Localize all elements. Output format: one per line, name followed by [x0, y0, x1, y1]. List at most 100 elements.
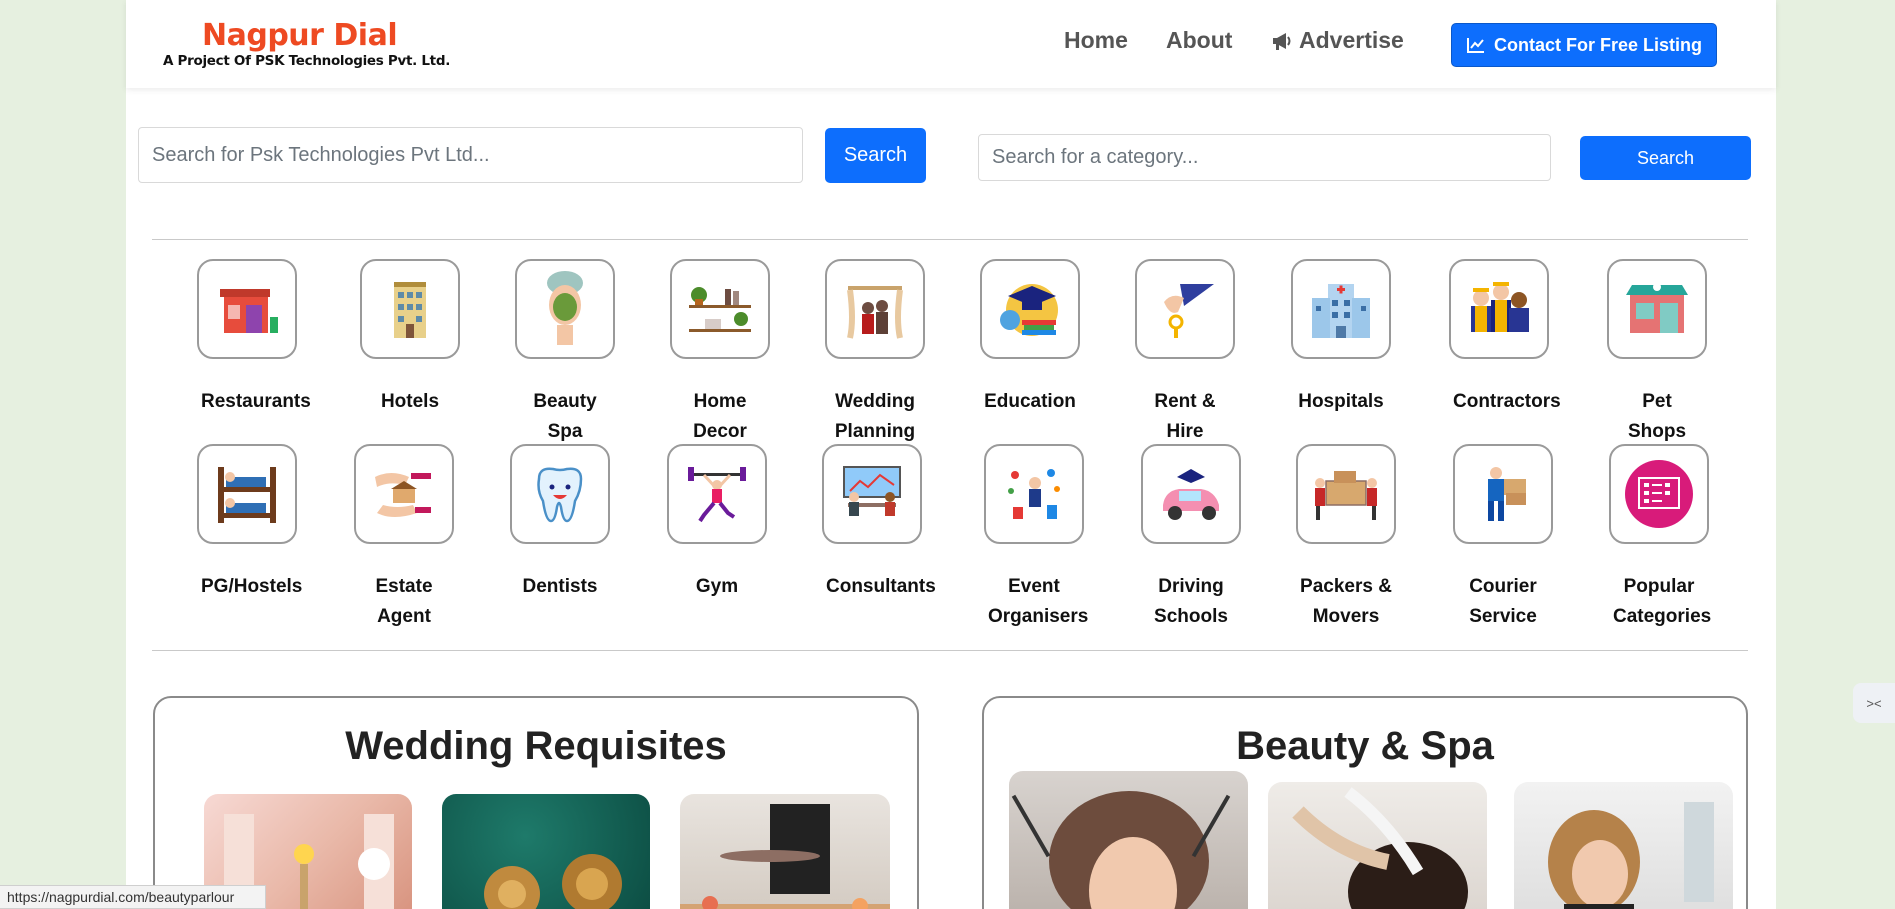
- wedding-requisites-card: Wedding Requisites: [153, 696, 919, 909]
- nav-advertise-label: Advertise: [1299, 27, 1404, 53]
- category-icon-box: [980, 259, 1080, 359]
- category-icon-box: [1453, 444, 1553, 544]
- category-label: Restaurants: [201, 391, 311, 412]
- category-restaurants[interactable]: Restaurants: [177, 259, 317, 417]
- category-label: PG/Hostels: [201, 576, 303, 597]
- category-icon-box: [197, 259, 297, 359]
- category-label: Contractors: [1453, 391, 1561, 412]
- collapse-icon[interactable]: ><: [1853, 683, 1895, 723]
- page-container: Nagpur Dial A Project Of PSK Technologie…: [126, 0, 1776, 909]
- business-search-input[interactable]: Search for Psk Technologies Pvt Ltd...: [138, 127, 803, 183]
- business-search-button[interactable]: Search: [825, 128, 926, 183]
- catering-thumbnail[interactable]: [680, 794, 890, 909]
- category-home-decor[interactable]: Home Decor: [650, 259, 790, 447]
- category-icon-box: [1141, 444, 1241, 544]
- category-label: Pet Shops: [1627, 391, 1687, 442]
- category-event-organisers[interactable]: Event Organisers: [964, 444, 1104, 632]
- category-icon-box: [670, 259, 770, 359]
- popular-categories-icon: [1625, 460, 1693, 528]
- category-icon-box: [1135, 259, 1235, 359]
- section-title: Wedding Requisites: [345, 724, 727, 768]
- category-label: Consultants: [826, 576, 936, 597]
- tooth-icon: [537, 467, 583, 523]
- category-label: Estate Agent: [375, 576, 433, 627]
- driving-car-icon: [1163, 469, 1219, 520]
- rent-key-icon: [1164, 284, 1214, 338]
- category-label: Wedding Planning: [834, 391, 916, 442]
- category-search-button[interactable]: Search: [1580, 136, 1751, 180]
- category-driving-schools[interactable]: Driving Schools: [1121, 444, 1261, 632]
- category-icon-box: [197, 444, 297, 544]
- category-packers-movers[interactable]: Packers & Movers: [1276, 444, 1416, 632]
- bunk-bed-icon: [218, 467, 276, 523]
- catering-photo-image: [680, 804, 890, 909]
- category-icon-box: [360, 259, 460, 359]
- hotel-icon: [394, 282, 426, 338]
- category-hospitals[interactable]: Hospitals: [1271, 259, 1411, 417]
- category-label: Event Organisers: [988, 576, 1089, 627]
- category-gym[interactable]: Gym: [647, 444, 787, 602]
- category-icon-box: [510, 444, 610, 544]
- category-label: Packers & Movers: [1300, 576, 1392, 627]
- earrings-photo-image: [484, 854, 622, 909]
- category-pet-shops[interactable]: Pet Shops: [1587, 259, 1727, 447]
- category-beauty-spa[interactable]: Beauty Spa: [495, 259, 635, 447]
- nav-advertise-link[interactable]: Advertise: [1271, 27, 1404, 54]
- event-icon: [1008, 469, 1060, 519]
- makeup-photo-image: [1011, 791, 1231, 909]
- courier-icon: [1488, 467, 1526, 521]
- status-bar-url: https://nagpurdial.com/beautyparlour: [0, 885, 266, 909]
- category-dentists[interactable]: Dentists: [490, 444, 630, 602]
- category-popular-categories[interactable]: Popular Categories: [1589, 444, 1729, 632]
- category-search-input[interactable]: Search for a category...: [978, 134, 1551, 181]
- category-label: Popular Categories: [1613, 576, 1712, 627]
- category-label: Hospitals: [1298, 391, 1384, 412]
- category-contractors[interactable]: Contractors: [1429, 259, 1569, 417]
- hospital-icon: [1312, 284, 1370, 338]
- category-icon-box: [667, 444, 767, 544]
- category-label: Courier Service: [1469, 576, 1537, 627]
- restaurant-icon: [220, 289, 278, 333]
- category-label: Hotels: [380, 391, 440, 412]
- education-icon: [1000, 284, 1058, 336]
- nav-home-link[interactable]: Home: [1064, 27, 1128, 54]
- megaphone-icon: [1273, 32, 1291, 50]
- category-wedding-planning[interactable]: Wedding Planning: [805, 259, 945, 447]
- divider: [152, 239, 1748, 240]
- hair-wash-thumbnail[interactable]: [1268, 782, 1487, 909]
- nav-about-link[interactable]: About: [1166, 27, 1232, 54]
- category-label: Education: [984, 391, 1076, 412]
- category-icon-box: [1449, 259, 1549, 359]
- category-icon-box: [1609, 444, 1709, 544]
- hair-wash-photo-image: [1292, 787, 1468, 909]
- home-decor-icon: [689, 287, 751, 332]
- category-education[interactable]: Education: [960, 259, 1100, 417]
- category-icon-box: [515, 259, 615, 359]
- salon-photo-image: [1548, 802, 1714, 909]
- salon-thumbnail[interactable]: [1514, 782, 1733, 909]
- contact-free-listing-button[interactable]: Contact For Free Listing: [1451, 23, 1717, 67]
- makeup-thumbnail[interactable]: [1009, 771, 1248, 909]
- category-label: Dentists: [522, 576, 598, 597]
- section-title: Beauty & Spa: [1236, 724, 1494, 768]
- category-icon-box: [822, 444, 922, 544]
- consultants-icon: [843, 466, 901, 516]
- jewellery-thumbnail[interactable]: [442, 794, 650, 909]
- category-estate-agent[interactable]: Estate Agent: [334, 444, 474, 632]
- category-label: Beauty Spa: [533, 391, 597, 442]
- beauty-spa-card: Beauty & Spa: [982, 696, 1748, 909]
- category-rent-hire[interactable]: Rent & Hire: [1115, 259, 1255, 447]
- category-label: Rent & Hire: [1154, 391, 1216, 442]
- category-courier-service[interactable]: Courier Service: [1433, 444, 1573, 632]
- chart-line-icon: [1466, 38, 1484, 53]
- site-header: Nagpur Dial A Project Of PSK Technologie…: [126, 0, 1776, 88]
- category-icon-box: [825, 259, 925, 359]
- category-icon-box: [1291, 259, 1391, 359]
- category-consultants[interactable]: Consultants: [802, 444, 942, 602]
- category-pg-hostels[interactable]: PG/Hostels: [177, 444, 317, 602]
- category-hotels[interactable]: Hotels: [340, 259, 480, 417]
- logo-title[interactable]: Nagpur Dial: [202, 18, 398, 53]
- contractors-icon: [1471, 282, 1529, 332]
- category-label: Gym: [695, 576, 739, 597]
- category-icon-box: [984, 444, 1084, 544]
